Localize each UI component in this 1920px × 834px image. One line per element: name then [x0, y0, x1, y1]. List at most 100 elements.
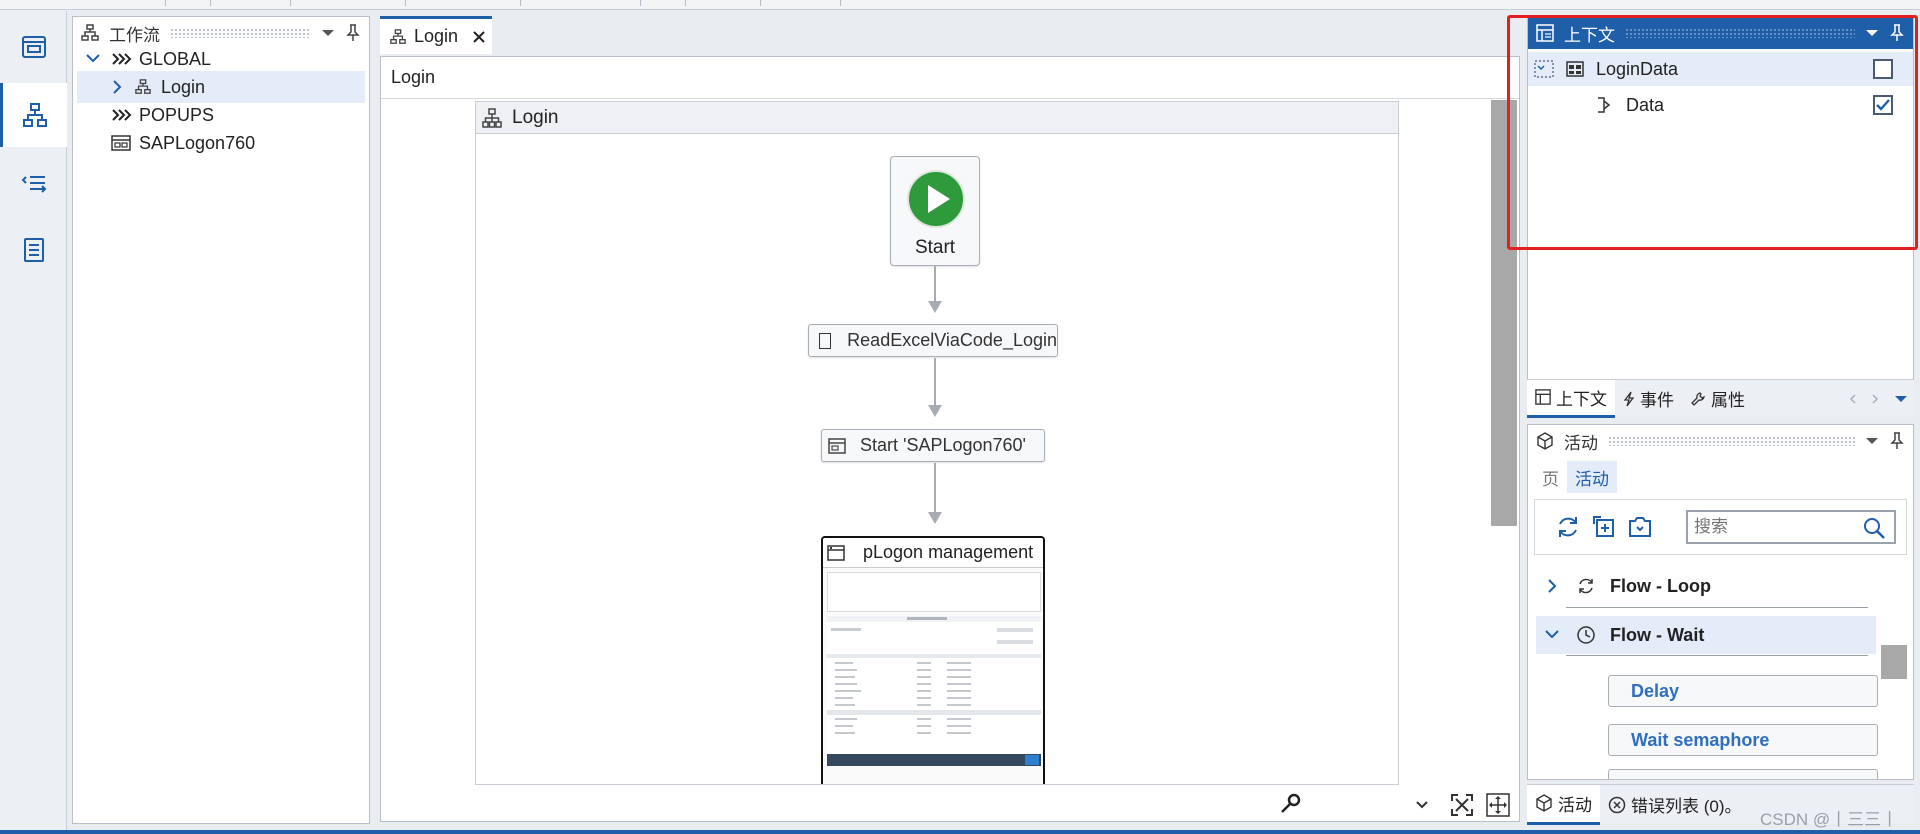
activities-toolbar	[1534, 499, 1907, 555]
workflow-canvas[interactable]: Login Start ReadExcelViaCode_Login Start…	[475, 101, 1399, 785]
subtab-page[interactable]: 页	[1534, 461, 1567, 493]
activity-label: ReadExcelViaCode_Login	[847, 330, 1057, 350]
lightning-icon	[1623, 391, 1635, 406]
collapse-icon[interactable]	[1627, 514, 1653, 540]
zoom-key-icon[interactable]	[1280, 793, 1302, 815]
group-flow-wait[interactable]: Flow - Wait	[1536, 616, 1876, 654]
window-icon	[828, 437, 846, 454]
divider	[520, 0, 521, 6]
status-bar	[0, 830, 1920, 834]
checkbox-icon	[819, 332, 832, 349]
canvas-header: Login	[476, 102, 1398, 134]
document-view-button[interactable]	[0, 218, 67, 282]
tab-properties[interactable]: 属性	[1682, 380, 1753, 418]
screen-title: pLogon management	[863, 542, 1034, 562]
pin-icon[interactable]	[1889, 24, 1905, 42]
screen-node-saplogon[interactable]: pLogon management	[821, 536, 1045, 784]
tab-label: 属性	[1711, 391, 1745, 410]
chevron-right-icon[interactable]	[111, 79, 123, 95]
connector	[934, 463, 936, 513]
fit-to-screen-icon[interactable]	[1450, 793, 1474, 817]
activity-bar	[0, 11, 67, 834]
tab-label: 上下文	[1556, 389, 1607, 409]
chevron-down-icon[interactable]	[1415, 800, 1429, 810]
window-icon	[21, 36, 46, 58]
close-icon[interactable]	[472, 30, 486, 44]
drag-grip[interactable]	[170, 28, 311, 38]
workflow-view-button[interactable]	[0, 83, 67, 147]
breadcrumb: Login	[381, 57, 1519, 99]
activities-scrollbar[interactable]	[1881, 645, 1907, 679]
search-input[interactable]	[1694, 517, 1854, 537]
activities-header: 活动	[1528, 425, 1913, 457]
pin-icon[interactable]	[345, 24, 361, 42]
drag-grip[interactable]	[1625, 28, 1855, 38]
activity-delay[interactable]: Delay	[1608, 675, 1878, 707]
tab-events[interactable]: 事件	[1615, 380, 1682, 418]
list-view-button[interactable]	[0, 151, 67, 215]
logindata-checkbox[interactable]	[1873, 59, 1893, 79]
search-icon[interactable]	[1862, 516, 1886, 540]
breadcrumb-item[interactable]: Login	[391, 67, 435, 88]
activity-start-saplogon[interactable]: Start 'SAPLogon760'	[821, 429, 1045, 462]
window-view-button[interactable]	[0, 15, 67, 79]
error-icon	[1608, 796, 1626, 813]
pin-icon[interactable]	[1889, 432, 1905, 450]
group-flow-loop[interactable]: Flow - Loop	[1536, 567, 1876, 605]
panel-tab-bar: 上下文 事件 属性	[1527, 379, 1914, 418]
activity-read-excel[interactable]: ReadExcelViaCode_Login	[808, 324, 1058, 357]
workflow-panel: 工作流 GLOBAL Login POPUPS SAPLogon760	[72, 16, 370, 824]
panel-title: 工作流	[109, 25, 160, 45]
dropdown-arrow-icon[interactable]	[1865, 436, 1879, 446]
canvas-scrollbar[interactable]	[1491, 100, 1517, 526]
start-node[interactable]: Start	[890, 156, 980, 266]
connector	[934, 358, 936, 406]
tab-context[interactable]: 上下文	[1527, 379, 1615, 418]
activity-wait-semaphore[interactable]: Wait semaphore	[1608, 724, 1878, 756]
tree-item-saplogon760[interactable]: SAPLogon760	[77, 127, 365, 159]
tree-item-label: SAPLogon760	[139, 132, 256, 153]
subtab-activities[interactable]: 活动	[1567, 461, 1617, 493]
tab-login[interactable]: Login	[380, 16, 492, 54]
context-item-label: Data	[1626, 94, 1665, 115]
refresh-icon[interactable]	[1555, 514, 1581, 540]
top-strip	[0, 0, 1920, 10]
workflow-icon	[135, 79, 151, 94]
dropdown-arrow-icon[interactable]	[1894, 394, 1908, 404]
tab-activities[interactable]: 活动	[1527, 784, 1600, 825]
scroll-left-icon[interactable]	[1848, 393, 1858, 405]
dropdown-arrow-icon[interactable]	[321, 28, 335, 38]
screenshot-thumbnail-icon	[827, 616, 1041, 766]
add-icon[interactable]	[1591, 514, 1617, 540]
data-checkbox[interactable]	[1873, 95, 1893, 115]
triple-chevron-icon	[112, 53, 132, 65]
cube-icon	[1536, 794, 1552, 812]
triple-chevron-icon	[112, 109, 132, 121]
tree-item-label: GLOBAL	[139, 48, 212, 69]
chevron-down-icon[interactable]	[1544, 629, 1560, 641]
divider	[290, 0, 291, 6]
tree-item-label: Login	[161, 76, 206, 97]
checkmark-icon	[1876, 99, 1890, 111]
pan-icon[interactable]	[1486, 793, 1510, 817]
arrow-icon	[928, 405, 942, 417]
divider	[685, 0, 686, 6]
scroll-right-icon[interactable]	[1870, 393, 1880, 405]
drag-grip[interactable]	[1608, 436, 1855, 446]
cube-icon	[1537, 432, 1553, 450]
chevron-right-icon[interactable]	[1546, 578, 1558, 594]
tab-label: Login	[414, 26, 459, 46]
document-icon	[23, 238, 44, 262]
screen-node-header: pLogon management	[823, 538, 1043, 568]
dropdown-arrow-icon[interactable]	[1865, 28, 1879, 38]
context-item-logindata[interactable]: LoginData	[1528, 52, 1913, 86]
workflow-editor: Login Login Start ReadExcelViaCode_Login	[380, 56, 1520, 822]
activity-partial[interactable]	[1608, 769, 1878, 779]
tab-error-list[interactable]: 错误列表 (0)。	[1600, 785, 1750, 825]
panel-title: 上下文	[1564, 25, 1615, 45]
arrow-icon	[928, 512, 942, 524]
context-item-data[interactable]: Data	[1528, 88, 1913, 122]
context-toggle-icon[interactable]	[1534, 60, 1554, 78]
activities-panel: 活动 页 活动 Flow - Loop Flow - W	[1527, 424, 1914, 780]
chevron-down-icon[interactable]	[85, 53, 101, 65]
